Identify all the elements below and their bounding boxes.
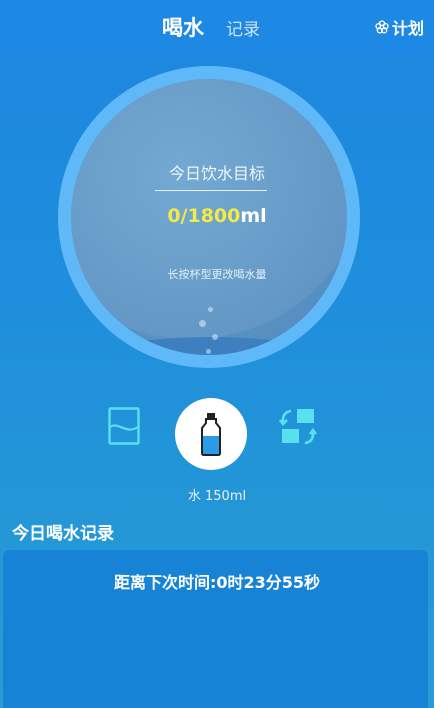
tab-drink[interactable]: 喝水 [162, 12, 204, 42]
goal-divider [155, 190, 267, 191]
long-press-hint: 长按杯型更改喝水量 [167, 268, 267, 281]
water-bottle-icon [201, 413, 221, 456]
bubble [212, 334, 218, 340]
bubble [206, 349, 211, 354]
goal-current: 0/ [167, 205, 188, 227]
selected-cup-label: 水 150ml [187, 489, 247, 504]
next-drink-countdown: 距离下次时间:0时23分55秒 [113, 573, 321, 592]
records-title: 今日喝水记录 [12, 524, 114, 544]
goal-progress-text: 0/1800ml [0, 205, 434, 227]
glass-icon[interactable] [108, 407, 140, 445]
selected-cup-button[interactable] [175, 398, 247, 470]
tab-record[interactable]: 记录 [226, 15, 260, 40]
flower-icon [375, 20, 389, 34]
plan-label: 计划 [391, 19, 424, 38]
plan-button[interactable]: 计划 [375, 15, 424, 39]
goal-target: 1800 [187, 205, 241, 227]
swap-icon[interactable] [278, 407, 318, 447]
goal-unit: ml [240, 205, 267, 227]
bubble [208, 307, 213, 312]
bubble [199, 320, 206, 327]
top-bar: 喝水 记录 计划 [0, 0, 434, 56]
goal-title: 今日饮水目标 [168, 164, 265, 183]
